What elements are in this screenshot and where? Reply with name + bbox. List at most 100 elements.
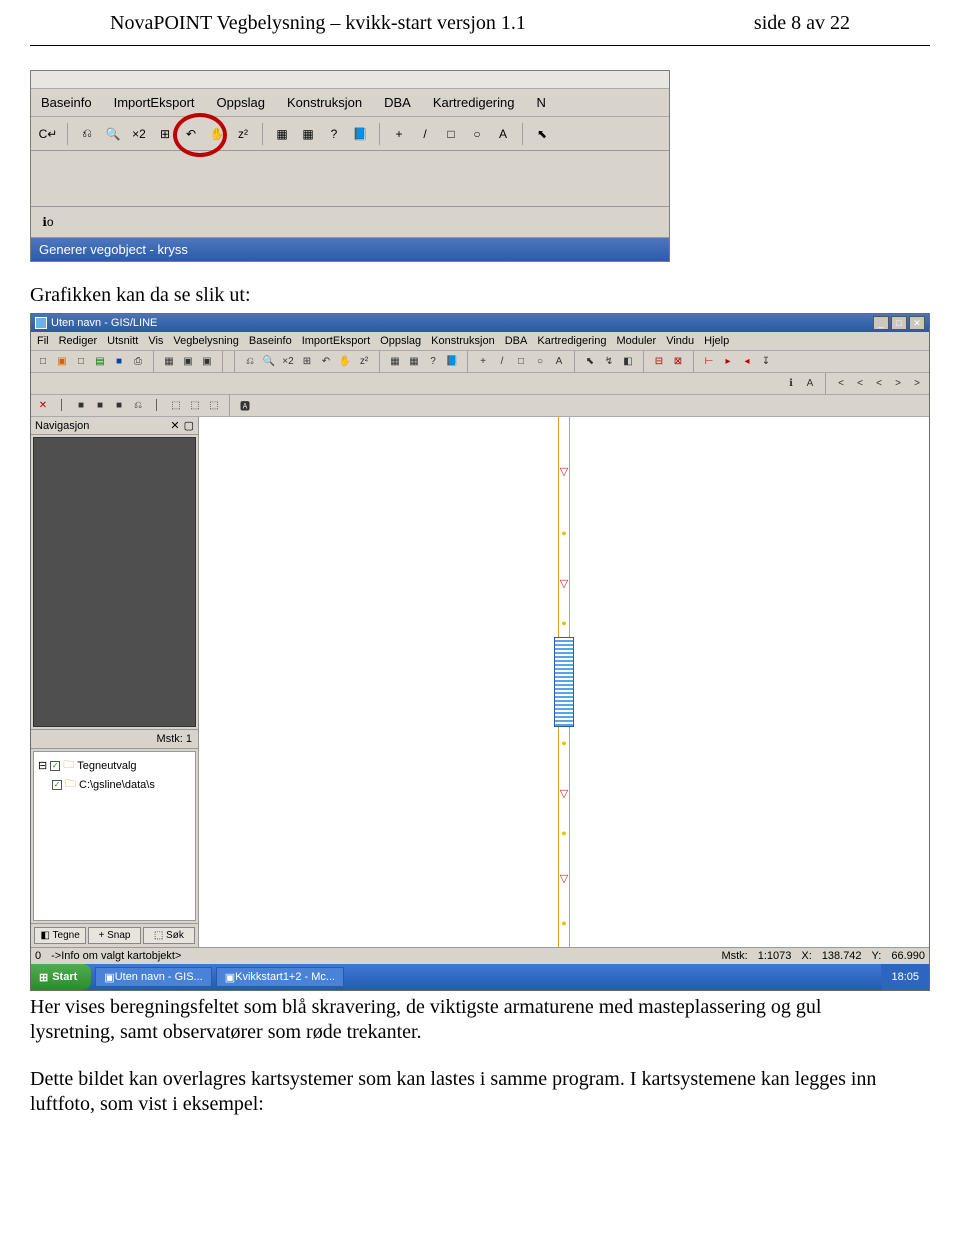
tool-cursor-icon[interactable]: ⬉: [531, 123, 553, 145]
btn-tegne[interactable]: ◧ Tegne: [34, 927, 86, 944]
tool-z2-icon[interactable]: z²: [232, 123, 254, 145]
tree-child[interactable]: ✓ 🗀 C:\gsline\data\s: [52, 775, 191, 794]
tool-text-icon[interactable]: A: [492, 123, 514, 145]
tb-btn39-icon[interactable]: ▸: [720, 354, 736, 370]
tb-text-icon[interactable]: A: [551, 354, 567, 370]
tb-plus-icon[interactable]: +: [475, 354, 491, 370]
tb-btn40-icon[interactable]: ◂: [739, 354, 755, 370]
tool-rect-icon[interactable]: □: [440, 123, 462, 145]
taskbar-item-word[interactable]: ▣ Kvikkstart1+2 - Mc...: [216, 967, 344, 987]
menu-importeksport[interactable]: ImportEksport: [114, 95, 195, 110]
navigator-close-icon[interactable]: ✕: [170, 419, 179, 432]
tool-zoom-icon[interactable]: 🔍: [102, 123, 124, 145]
lt-font-icon[interactable]: 🅰: [237, 398, 253, 414]
lt-btn5-icon[interactable]: ⎌: [130, 398, 146, 414]
menu-moduler[interactable]: Moduler: [616, 335, 656, 347]
tool-grid1-icon[interactable]: ▦: [271, 123, 293, 145]
tb-zoom-icon[interactable]: 🔍: [261, 354, 277, 370]
tb-pan-icon[interactable]: ✋: [337, 354, 353, 370]
tool-extents-icon[interactable]: ⊞: [154, 123, 176, 145]
tb-btn33-icon[interactable]: ◧: [620, 354, 636, 370]
tb-btn4-icon[interactable]: ▤: [92, 354, 108, 370]
tb-btn9-icon[interactable]: ▣: [199, 354, 215, 370]
menu-oppslag[interactable]: Oppslag: [217, 95, 265, 110]
lt-btn4-icon[interactable]: ■: [111, 398, 127, 414]
lt-btn2-icon[interactable]: ■: [73, 398, 89, 414]
info-icon[interactable]: ℹo: [37, 211, 59, 233]
tb-x2-icon[interactable]: ×2: [280, 354, 296, 370]
menu-vindu[interactable]: Vindu: [666, 335, 694, 347]
menu-truncated[interactable]: N: [536, 95, 545, 110]
tb-undo-icon[interactable]: ↶: [318, 354, 334, 370]
tb-z2-icon[interactable]: z²: [356, 354, 372, 370]
layer-tree[interactable]: ⊟ ✓ 🗀 Tegneutvalg ✓ 🗀 C:\gsline\data\s: [33, 751, 196, 921]
tb-btn38-icon[interactable]: ⊢: [701, 354, 717, 370]
checkbox-icon[interactable]: ✓: [52, 780, 62, 790]
tb-btn41-icon[interactable]: ↧: [758, 354, 774, 370]
menu-rediger[interactable]: Rediger: [59, 335, 98, 347]
btn-snap[interactable]: + Snap: [88, 927, 140, 944]
tool-plus-icon[interactable]: +: [388, 123, 410, 145]
checkbox-icon[interactable]: ✓: [50, 761, 60, 771]
menu-vegbelysning[interactable]: Vegbelysning: [173, 335, 238, 347]
tool-x2-icon[interactable]: ×2: [128, 123, 150, 145]
menu-baseinfo[interactable]: Baseinfo: [249, 335, 292, 347]
tb2-a-icon[interactable]: A: [802, 376, 818, 392]
taskbar-item-gis[interactable]: ▣ Uten navn - GIS...: [95, 967, 211, 987]
tb-new-icon[interactable]: □: [35, 354, 51, 370]
window-close-icon[interactable]: ✕: [909, 316, 925, 330]
tb2-prev1-icon[interactable]: <: [871, 376, 887, 392]
tb-open-icon[interactable]: ▣: [54, 354, 70, 370]
tb2-next2-icon[interactable]: >: [909, 376, 925, 392]
menu-hjelp[interactable]: Hjelp: [704, 335, 729, 347]
menu-oppslag[interactable]: Oppslag: [380, 335, 421, 347]
tb-btn35-icon[interactable]: ⊟: [651, 354, 667, 370]
window-minimize-icon[interactable]: _: [873, 316, 889, 330]
tb-btn7-icon[interactable]: ▦: [161, 354, 177, 370]
tb-line-icon[interactable]: /: [494, 354, 510, 370]
lt-btn7-icon[interactable]: ⬚: [168, 398, 184, 414]
tb-save-icon[interactable]: □: [73, 354, 89, 370]
lt-close-icon[interactable]: ✕: [35, 398, 51, 414]
start-button[interactable]: ⊞ Start: [31, 964, 91, 990]
tb-btn5-icon[interactable]: ■: [111, 354, 127, 370]
menu-konstruksjon[interactable]: Konstruksjon: [431, 335, 495, 347]
tool-circle-icon[interactable]: ○: [466, 123, 488, 145]
btn-sok[interactable]: ⬚ Søk: [143, 927, 195, 944]
tb2-next1-icon[interactable]: >: [890, 376, 906, 392]
tb-btn8-icon[interactable]: ▣: [180, 354, 196, 370]
tb-cursor-icon[interactable]: ⬉: [582, 354, 598, 370]
tool-help-icon[interactable]: ?: [323, 123, 345, 145]
tb-layers-icon[interactable]: ⎌: [242, 354, 258, 370]
tool-c-icon[interactable]: C↵: [37, 123, 59, 145]
tool-book-icon[interactable]: 📘: [349, 123, 371, 145]
tb-circle-icon[interactable]: ○: [532, 354, 548, 370]
tb-grid1-icon[interactable]: ▦: [387, 354, 403, 370]
tool-undo-icon[interactable]: ↶: [180, 123, 202, 145]
menu-importeksport[interactable]: ImportEksport: [302, 335, 370, 347]
drawing-canvas[interactable]: [199, 417, 929, 947]
tb-btn36-icon[interactable]: ⊠: [670, 354, 686, 370]
tb-btn32-icon[interactable]: ↯: [601, 354, 617, 370]
menu-utsnitt[interactable]: Utsnitt: [107, 335, 138, 347]
menu-kartredigering[interactable]: Kartredigering: [433, 95, 515, 110]
lt-btn8-icon[interactable]: ⬚: [187, 398, 203, 414]
tb2-info-icon[interactable]: ℹ: [783, 376, 799, 392]
tb2-prev2-icon[interactable]: <: [852, 376, 868, 392]
tb-extents-icon[interactable]: ⊞: [299, 354, 315, 370]
tb-rect-icon[interactable]: □: [513, 354, 529, 370]
lt-btn3-icon[interactable]: ■: [92, 398, 108, 414]
tb-help-icon[interactable]: ?: [425, 354, 441, 370]
window-maximize-icon[interactable]: □: [891, 316, 907, 330]
tb2-prev3-icon[interactable]: <: [833, 376, 849, 392]
menu-dba[interactable]: DBA: [505, 335, 528, 347]
menu-dba[interactable]: DBA: [384, 95, 411, 110]
tree-expand-icon[interactable]: ⊟: [38, 759, 47, 772]
tb-print-icon[interactable]: ⎙: [130, 354, 146, 370]
menu-konstruksjon[interactable]: Konstruksjon: [287, 95, 362, 110]
menu-baseinfo[interactable]: Baseinfo: [41, 95, 92, 110]
tool-line-icon[interactable]: /: [414, 123, 436, 145]
tool-layers-icon[interactable]: ⎌: [76, 123, 98, 145]
tool-pan-icon[interactable]: ✋: [206, 123, 228, 145]
tb-grid2-icon[interactable]: ▦: [406, 354, 422, 370]
